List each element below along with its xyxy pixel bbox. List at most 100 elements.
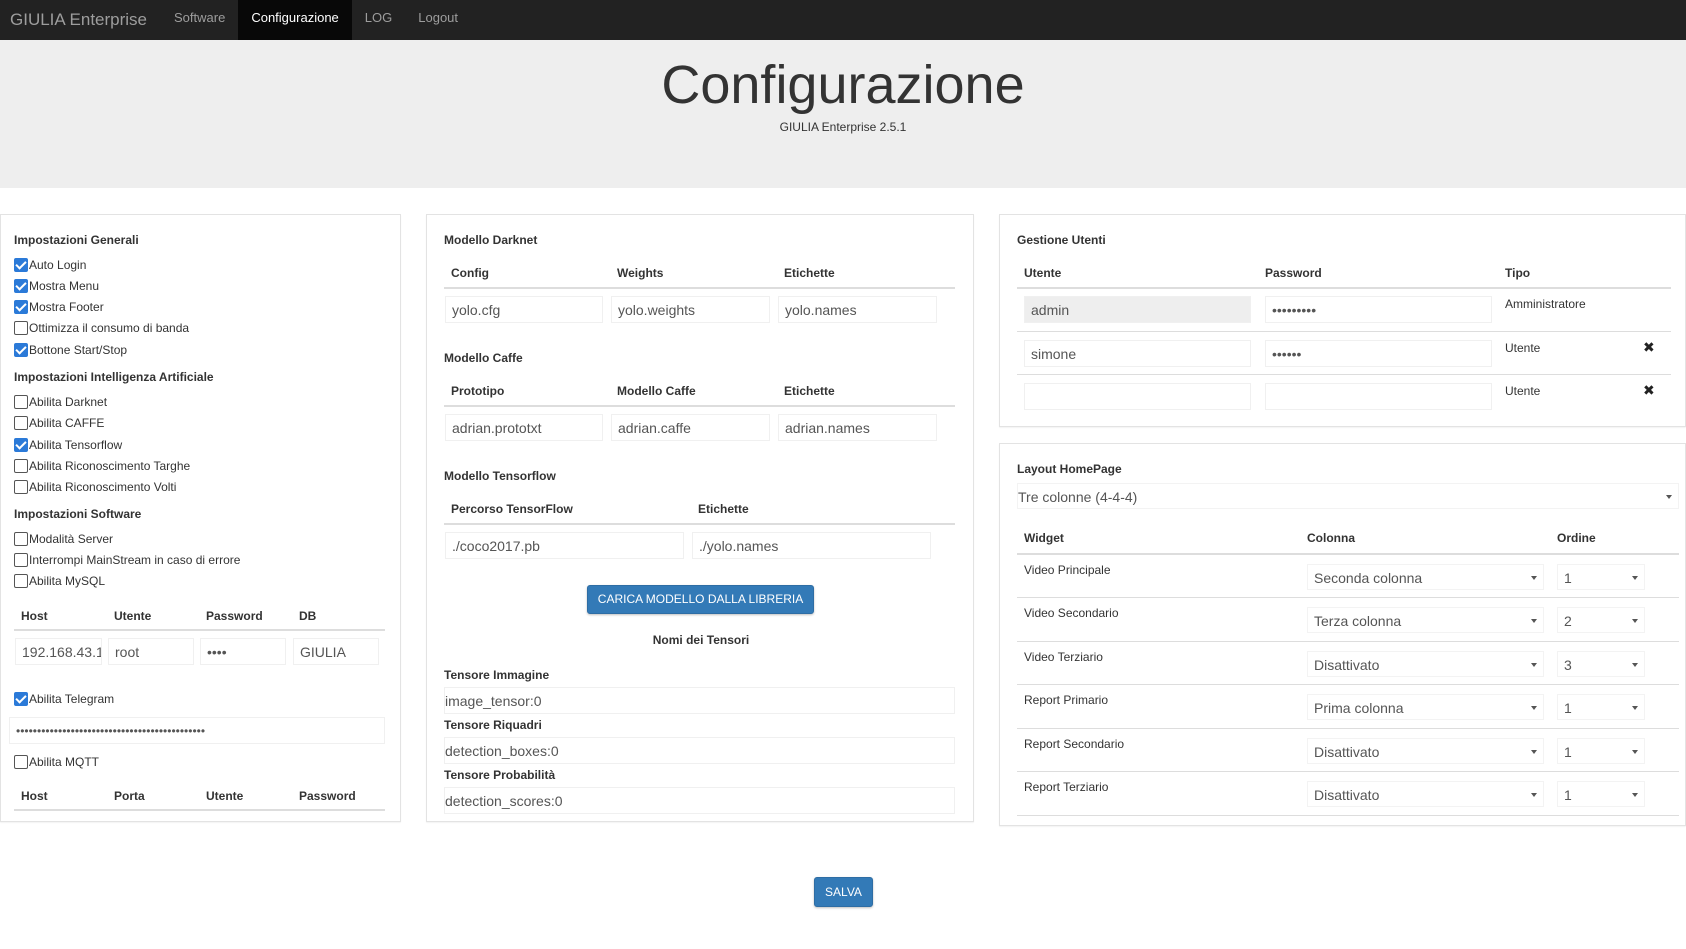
chevron-down-icon — [1632, 619, 1638, 623]
checkbox-box[interactable] — [14, 755, 28, 769]
tensor-image-input[interactable]: image_tensor:0 — [444, 687, 955, 714]
checkbox-box[interactable] — [14, 438, 28, 452]
checkbox-riconoscimento-targhe[interactable]: Abilita Riconoscimento Targhe — [14, 459, 190, 473]
widget-order-select[interactable]: 1 — [1557, 738, 1645, 764]
checkbox-abilita-darknet[interactable]: Abilita Darknet — [14, 395, 107, 409]
nav-link-software[interactable]: Software — [161, 0, 238, 40]
load-model-button[interactable]: CARICA MODELLO DALLA LIBRERIA — [587, 585, 814, 614]
caffe-labels-input[interactable]: adrian.names — [778, 414, 937, 441]
checkbox-box[interactable] — [14, 343, 28, 357]
nav-link-configurazione[interactable]: Configurazione — [238, 0, 352, 40]
darknet-weights-input[interactable]: yolo.weights — [611, 296, 770, 323]
user-type: Amministratore — [1505, 297, 1586, 311]
darknet-config-input[interactable]: yolo.cfg — [445, 296, 603, 323]
checkbox-mostra-footer[interactable]: Mostra Footer — [14, 300, 104, 314]
mysql-db-input[interactable]: GIULIA — [293, 638, 379, 665]
checkbox-box[interactable] — [14, 574, 28, 588]
select-value: Disattivato — [1314, 657, 1380, 673]
checkbox-box[interactable] — [14, 480, 28, 494]
checkbox-abilita-telegram[interactable]: Abilita Telegram — [14, 692, 114, 706]
checkbox-box[interactable] — [14, 416, 28, 430]
checkbox-ottimizza-banda[interactable]: Ottimizza il consumo di banda — [14, 321, 189, 335]
checkbox-auto-login[interactable]: Auto Login — [14, 258, 86, 272]
widget-order-select[interactable]: 2 — [1557, 607, 1645, 633]
checkbox-interrompi-mainstream[interactable]: Interrompi MainStream in caso di errore — [14, 553, 240, 567]
layout-select[interactable]: Tre colonne (4-4-4) — [1017, 483, 1679, 509]
caffe-header-prototipo: Prototipo — [451, 384, 505, 398]
mysql-host-input[interactable]: 192.168.43.1 — [15, 638, 102, 665]
nav-link-logout[interactable]: Logout — [405, 0, 471, 40]
checkbox-label: Mostra Menu — [29, 279, 100, 293]
checkbox-label: Ottimizza il consumo di banda — [29, 321, 190, 335]
version-label: GIULIA Enterprise 2.5.1 — [779, 120, 907, 135]
caffe-prototxt-input[interactable]: adrian.prototxt — [445, 414, 603, 441]
checkbox-label: Modalità Server — [29, 532, 114, 546]
checkbox-box[interactable] — [14, 692, 28, 706]
delete-user-icon[interactable]: ✖ — [1643, 382, 1655, 399]
widget-column-select[interactable]: Seconda colonna — [1307, 564, 1544, 590]
checkbox-abilita-mqtt[interactable]: Abilita MQTT — [14, 755, 99, 769]
checkbox-mostra-menu[interactable]: Mostra Menu — [14, 279, 99, 293]
mysql-password-input[interactable]: •••• — [200, 638, 286, 665]
user-password-input[interactable]: •••••• — [1265, 340, 1492, 367]
layout-panel: Layout HomePage Tre colonne (4-4-4) Widg… — [999, 443, 1686, 826]
widget-order-select[interactable]: 1 — [1557, 564, 1645, 590]
chevron-down-icon — [1632, 793, 1638, 797]
checkbox-abilita-caffe[interactable]: Abilita CAFFE — [14, 416, 104, 430]
widget-column-select[interactable]: Disattivato — [1307, 781, 1544, 807]
checkbox-bottone-start-stop[interactable]: Bottone Start/Stop — [14, 343, 127, 357]
settings-panel: Impostazioni Generali Auto Login Mostra … — [0, 214, 401, 822]
chevron-down-icon — [1531, 706, 1537, 710]
checkbox-box[interactable] — [14, 321, 28, 335]
checkbox-riconoscimento-volti[interactable]: Abilita Riconoscimento Volti — [14, 480, 176, 494]
tensor-names-title: Nomi dei Tensori — [652, 633, 750, 647]
user-password-input[interactable]: ••••••••• — [1265, 296, 1492, 323]
telegram-token-input[interactable]: ••••••••••••••••••••••••••••••••••••••••… — [9, 717, 385, 744]
mqtt-header-host: Host — [21, 789, 48, 803]
brand-link[interactable]: GIULIA Enterprise — [0, 0, 161, 40]
checkbox-abilita-tensorflow[interactable]: Abilita Tensorflow — [14, 438, 122, 452]
widget-name: Report Primario — [1024, 693, 1109, 707]
new-user-password-input[interactable] — [1265, 383, 1492, 410]
darknet-labels-input[interactable]: yolo.names — [778, 296, 937, 323]
widget-column-select[interactable]: Disattivato — [1307, 738, 1544, 764]
widget-name: Report Secondario — [1024, 737, 1125, 751]
widget-order-select[interactable]: 3 — [1557, 651, 1645, 677]
tensorflow-path-input[interactable]: ./coco2017.pb — [445, 532, 684, 559]
mysql-user-input[interactable]: root — [108, 638, 194, 665]
checkbox-box[interactable] — [14, 300, 28, 314]
tensorflow-labels-input[interactable]: ./yolo.names — [692, 532, 931, 559]
users-header-tipo: Tipo — [1505, 266, 1531, 280]
checkbox-box[interactable] — [14, 279, 28, 293]
darknet-title: Modello Darknet — [444, 233, 538, 247]
checkbox-box[interactable] — [14, 553, 28, 567]
checkbox-label: Interrompi MainStream in caso di errore — [29, 553, 241, 567]
nav-link-log[interactable]: LOG — [352, 0, 405, 40]
checkbox-label: Abilita MQTT — [29, 755, 100, 769]
checkbox-modalita-server[interactable]: Modalità Server — [14, 532, 113, 546]
delete-user-icon[interactable]: ✖ — [1643, 339, 1655, 356]
widget-order-select[interactable]: 1 — [1557, 781, 1645, 807]
row-divider — [1017, 597, 1679, 598]
tensor-boxes-input[interactable]: detection_boxes:0 — [444, 737, 955, 764]
chevron-down-icon — [1531, 793, 1537, 797]
user-name-input[interactable]: admin — [1024, 296, 1251, 323]
layout-title: Layout HomePage — [1017, 462, 1122, 476]
caffe-model-input[interactable]: adrian.caffe — [611, 414, 770, 441]
widget-column-select[interactable]: Disattivato — [1307, 651, 1544, 677]
widget-column-select[interactable]: Prima colonna — [1307, 694, 1544, 720]
tensor-scores-input[interactable]: detection_scores:0 — [444, 787, 955, 814]
user-name-input[interactable]: simone — [1024, 340, 1251, 367]
widget-order-select[interactable]: 1 — [1557, 694, 1645, 720]
new-user-name-input[interactable] — [1024, 383, 1251, 410]
widget-name: Video Secondario — [1024, 606, 1119, 620]
save-button[interactable]: SALVA — [814, 877, 873, 907]
checkbox-box[interactable] — [14, 395, 28, 409]
checkbox-box[interactable] — [14, 258, 28, 272]
widget-column-select[interactable]: Terza colonna — [1307, 607, 1544, 633]
chevron-down-icon — [1531, 576, 1537, 580]
checkbox-box[interactable] — [14, 532, 28, 546]
checkbox-box[interactable] — [14, 459, 28, 473]
user-type: Utente — [1505, 384, 1541, 398]
checkbox-abilita-mysql[interactable]: Abilita MySQL — [14, 574, 105, 588]
